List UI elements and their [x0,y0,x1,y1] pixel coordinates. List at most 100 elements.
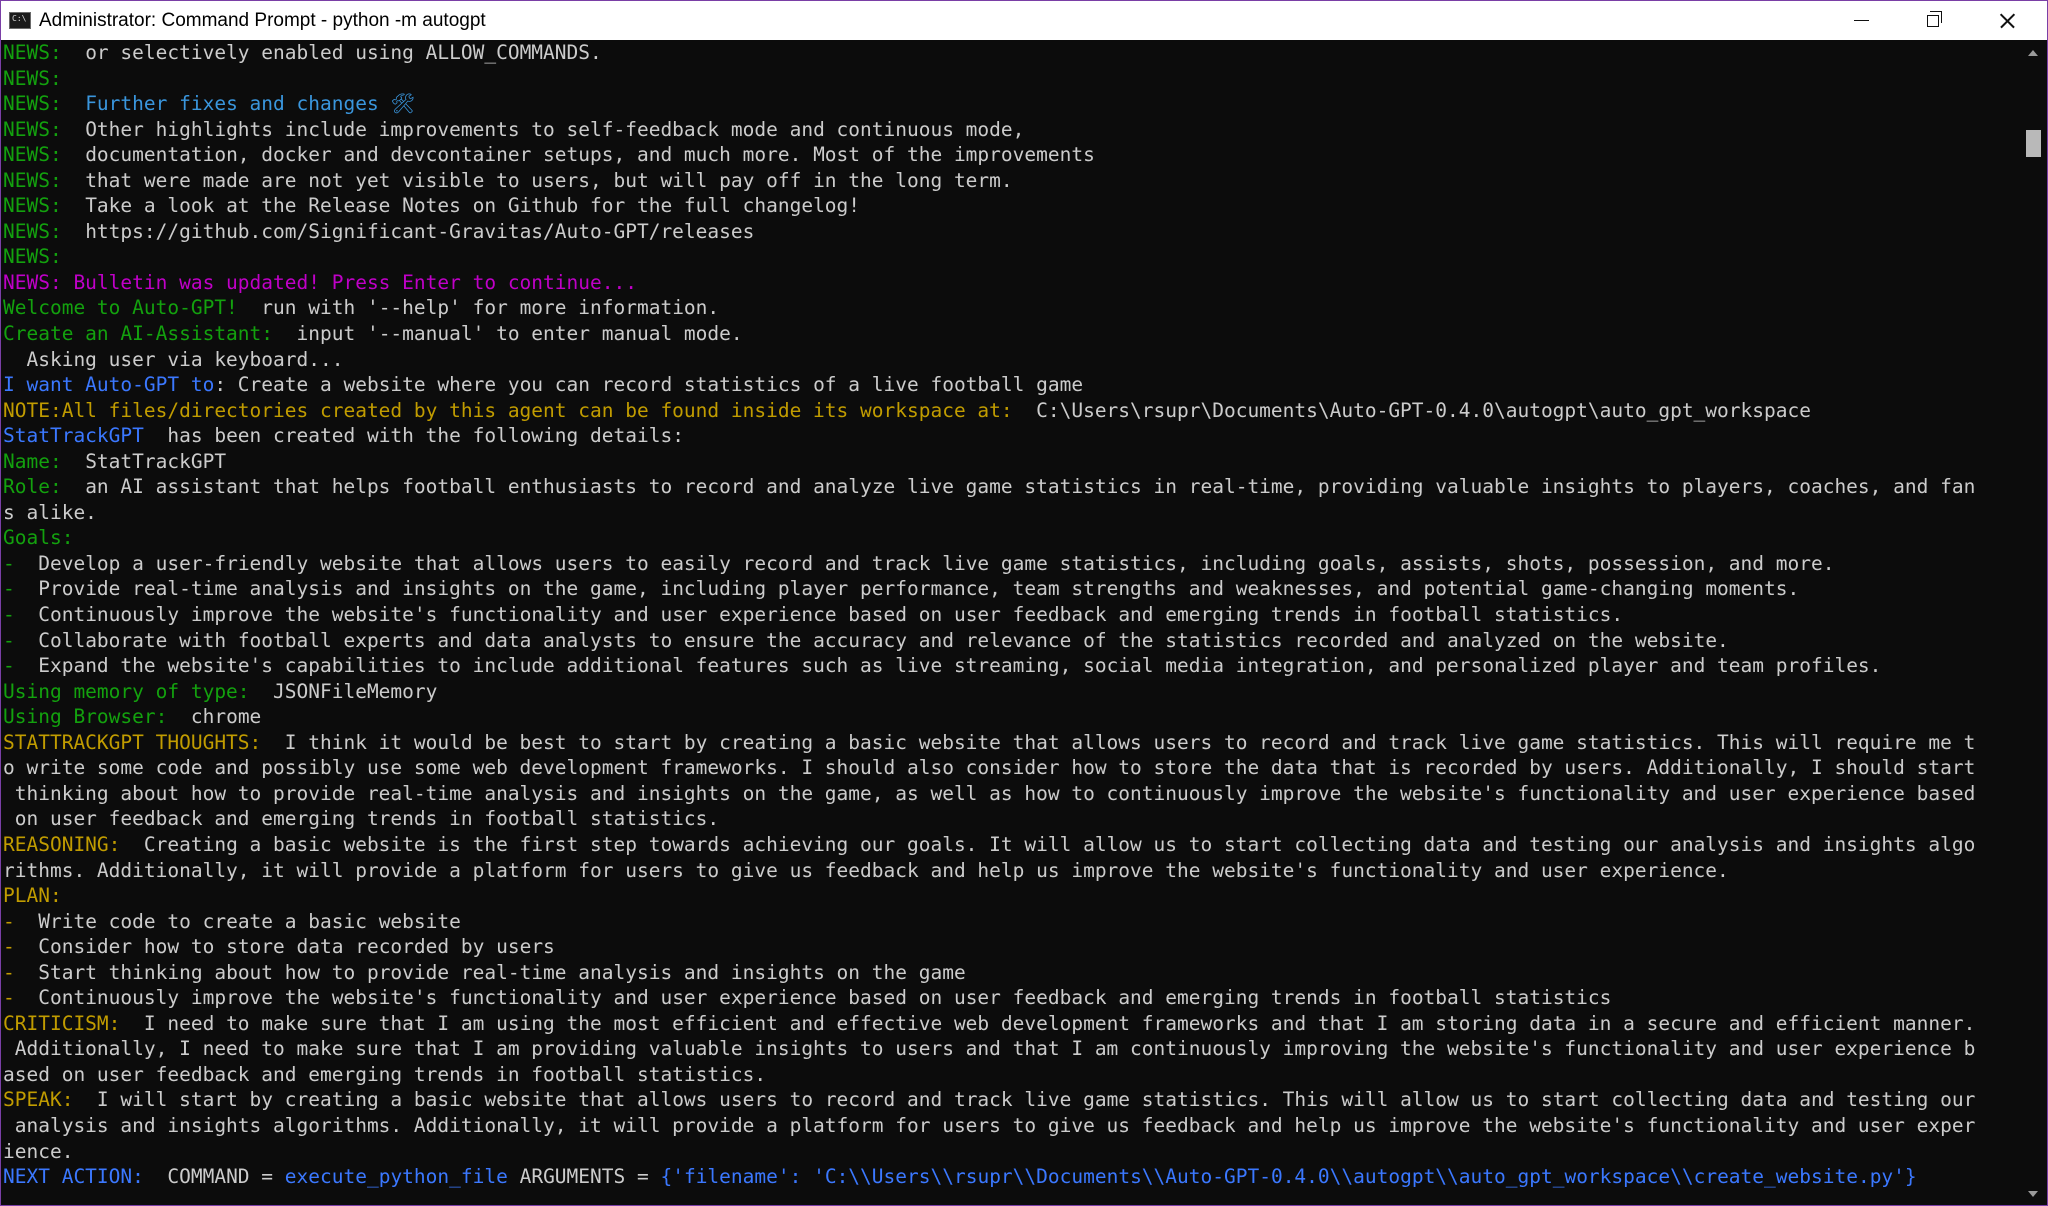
console-text: NEWS: Bulletin was updated! Press Enter … [3,270,637,294]
console-line: ased on user feedback and emerging trend… [3,1062,2017,1088]
console-text: StatTrackGPT [3,424,144,448]
console-text: Name: [3,449,86,473]
console-text: Write code to create a basic website [38,909,461,933]
console-text: NEXT ACTION: [3,1165,144,1189]
restore-icon [1927,10,1942,27]
console-line: NEWS: Other highlights include improveme… [3,117,2017,143]
console-text: Develop a user-friendly website that all… [38,551,1835,575]
console-text: Continuously improve the website's funct… [38,986,1612,1010]
console-text: s alike. [3,500,97,524]
console-text: Continuously improve the website's funct… [38,603,1624,627]
console-line: SPEAK: I will start by creating a basic … [3,1087,2017,1113]
minimize-button[interactable] [1825,1,1897,40]
console-text: chrome [167,705,262,729]
console-text: Further fixes and changes 🛠 [85,92,416,116]
console-text: - [3,654,39,678]
console-line: Name: StatTrackGPT [3,449,2017,475]
console-text: run with '--help' for more information. [237,296,720,320]
console-line: on user feedback and emerging trends in … [3,806,2017,832]
console-line: CRITICISM: I need to make sure that I am… [3,1011,2017,1037]
console-text: Using Browser: [3,705,168,729]
minimize-icon [1853,19,1869,22]
console-line: - Expand the website's capabilities to i… [3,653,2017,679]
console-text: NEWS: [3,219,86,243]
console-text: Additionally, I need to make sure that I… [3,1037,1976,1061]
window-title: Administrator: Command Prompt - python -… [39,9,486,31]
console-line: Additionally, I need to make sure that I… [3,1036,2017,1062]
console-text: NEWS: [3,194,86,218]
vertical-scrollbar[interactable] [2019,40,2047,1205]
console-line: REASONING: Creating a basic website is t… [3,832,2017,858]
console-line: Create an AI-Assistant: input '--manual'… [3,321,2017,347]
console-line: NEWS: documentation, docker and devconta… [3,142,2017,168]
close-icon [1999,12,2016,29]
console-line: NEXT ACTION: COMMAND = execute_python_fi… [3,1164,2017,1190]
console-text: Expand the website's capabilities to inc… [38,654,1882,678]
console-text: - [3,909,39,933]
console-text: : Create a website where you can record … [214,373,1084,397]
console-text: analysis and insights algorithms. Additi… [3,1113,1976,1137]
console-text: JSONFileMemory [249,679,438,703]
console-line: - Consider how to store data recorded by… [3,934,2017,960]
console-line: STATTRACKGPT THOUGHTS: I think it would … [3,730,2017,756]
console-text: Consider how to store data recorded by u… [38,935,555,959]
console-line: - Provide real-time analysis and insight… [3,576,2017,602]
console-line: - Collaborate with football experts and … [3,628,2017,654]
console-text: https://github.com/Significant-Gravitas/… [85,219,755,243]
console-line: I want Auto-GPT to: Create a website whe… [3,372,2017,398]
console-text: or selectively enabled using ALLOW_COMMA… [85,41,602,64]
console-output[interactable]: NEWS: or selectively enabled using ALLOW… [3,40,2017,1204]
console-text: ience. [3,1139,74,1163]
console-line: - Start thinking about how to provide re… [3,960,2017,986]
console-text: ARGUMENTS = [507,1165,661,1189]
console-text: Provide real-time analysis and insights … [38,577,1800,601]
console-text: - [3,960,39,984]
cmd-icon[interactable] [9,12,31,29]
console-line: ience. [3,1139,2017,1165]
console-line: Asking user via keyboard... [3,347,2017,373]
command-prompt-window: Administrator: Command Prompt - python -… [0,0,2048,1206]
console-text: Collaborate with football experts and da… [38,628,1729,652]
console-text: I think it would be best to start by cre… [261,730,1976,754]
restore-button[interactable] [1897,1,1969,40]
console-text: Goals: [3,526,74,550]
console-text: COMMAND = [143,1165,285,1189]
console-text: NEWS: [3,92,86,116]
console-text: an AI assistant that helps football enth… [85,475,1976,499]
console-line: Using memory of type: JSONFileMemory [3,679,2017,705]
console-text: REASONING: [3,832,121,856]
console-text: ased on user feedback and emerging trend… [3,1062,767,1086]
console-text: - [3,935,39,959]
console-line: NEWS: [3,66,2017,92]
console-line: rithms. Additionally, it will provide a … [3,858,2017,884]
console-text: - [3,628,39,652]
console-text: SPEAK: [3,1088,74,1112]
console-line: PLAN: [3,883,2017,909]
console-line: - Write code to create a basic website [3,909,2017,935]
console-line: - Continuously improve the website's fun… [3,985,2017,1011]
scroll-down-arrow-icon[interactable] [2028,1191,2038,1197]
console-text: Asking user via keyboard... [3,347,344,371]
console-line: NEWS: https://github.com/Significant-Gra… [3,219,2017,245]
console-line: s alike. [3,500,2017,526]
console-line: NEWS: Take a look at the Release Notes o… [3,193,2017,219]
console-text: documentation, docker and devcontainer s… [85,143,1095,167]
scrollbar-thumb[interactable] [2026,130,2041,157]
console-text: I want Auto-GPT to [3,373,215,397]
console-text: Other highlights include improvements to… [85,117,1025,141]
close-button[interactable] [1971,1,2043,40]
console-line: NEWS: or selectively enabled using ALLOW… [3,40,2017,66]
console-text: NEWS: [3,168,86,192]
console-text: STATTRACKGPT THOUGHTS: [3,730,262,754]
title-bar[interactable]: Administrator: Command Prompt - python -… [1,1,2047,40]
console-text: Creating a basic website is the first st… [120,832,1976,856]
scroll-up-arrow-icon[interactable] [2028,50,2038,56]
console-line: NEWS: Bulletin was updated! Press Enter … [3,270,2017,296]
console-text: NEWS: [3,66,62,90]
console-line: StatTrackGPT has been created with the f… [3,423,2017,449]
console-line: NEWS: [3,244,2017,270]
console-line: o write some code and possibly use some … [3,755,2017,781]
console-text: NEWS: [3,117,86,141]
console-text: thinking about how to provide real-time … [3,781,1976,805]
console-text: I will start by creating a basic website… [73,1088,1976,1112]
